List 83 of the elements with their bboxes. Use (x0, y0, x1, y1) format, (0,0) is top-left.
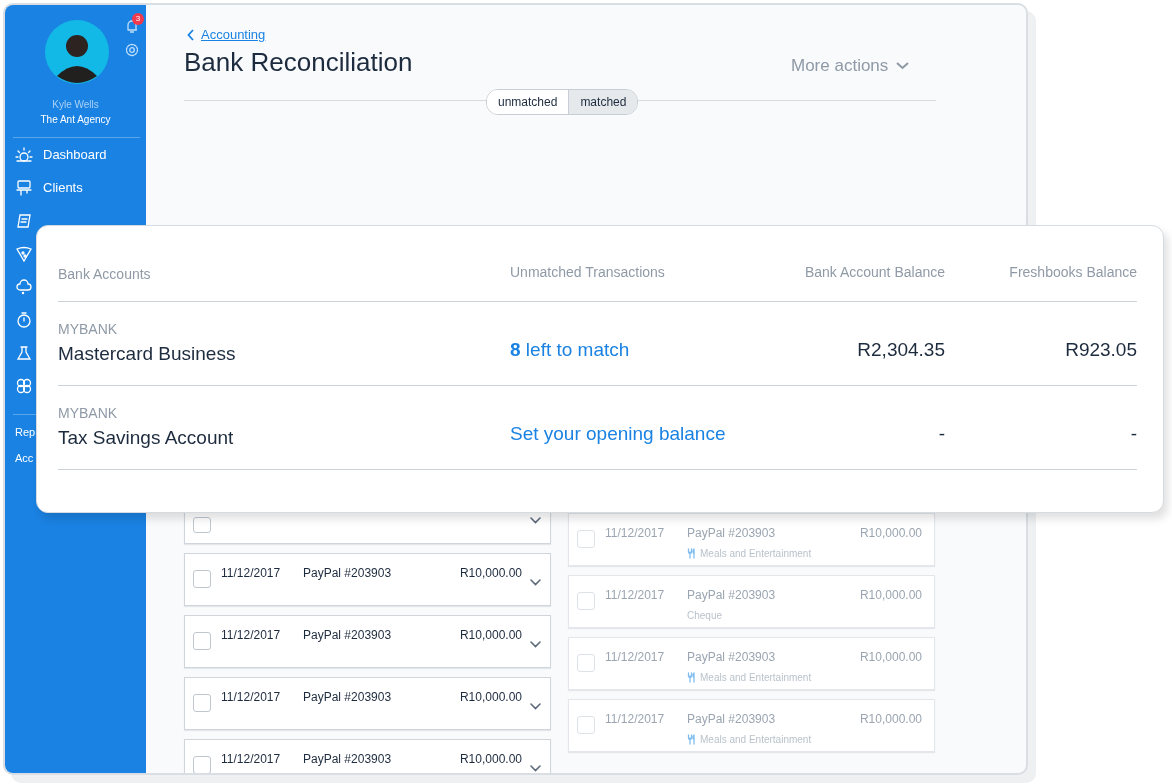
column-header: Bank Account Balance (803, 263, 945, 282)
nav-item[interactable]: Dashboard (5, 138, 146, 171)
transaction-amount: R10,000.00 (459, 688, 522, 706)
checkbox[interactable] (577, 653, 595, 672)
transaction-category: Cheque (687, 608, 723, 623)
chevron-down-icon (530, 702, 541, 710)
transaction-description: PayPal #203903 (303, 688, 393, 706)
cloud-icon[interactable] (15, 277, 33, 296)
transaction-description: PayPal #203903 (687, 586, 777, 604)
balance-value: R923.05 (1064, 338, 1137, 363)
transaction-date: 11/12/2017 (221, 564, 282, 582)
pizza-slice-icon[interactable] (15, 244, 33, 263)
transaction-date: 11/12/2017 (605, 524, 666, 542)
checkbox[interactable] (193, 693, 211, 712)
balance-value: R2,304.35 (856, 338, 945, 363)
checkbox[interactable] (577, 715, 595, 734)
column-header: Unmatched Transactions (510, 263, 666, 282)
notification-badge: 3 (132, 13, 144, 25)
user-name: Kyle Wells (51, 98, 100, 112)
transaction-description: PayPal #203903 (303, 626, 393, 644)
checkbox[interactable] (193, 569, 211, 588)
transaction-category: Meals and Entertainment (700, 670, 812, 685)
bank-name: MYBANK (58, 403, 119, 423)
transaction-description: PayPal #203903 (687, 648, 777, 666)
balance-value: - (1129, 422, 1137, 447)
transaction-amount: R10,000.00 (859, 586, 922, 604)
transaction-amount: R10,000.00 (859, 524, 922, 542)
flask-icon[interactable] (15, 343, 33, 362)
desk-icon (15, 178, 33, 197)
column-header: Bank Accounts (58, 265, 152, 284)
chevron-left-icon (187, 28, 195, 41)
transaction-description: PayPal #203903 (303, 564, 393, 582)
chevron-down-icon (530, 516, 541, 524)
chevron-down-icon (530, 764, 541, 772)
transaction-amount: R10,000.00 (859, 710, 922, 728)
transaction-date: 11/12/2017 (221, 688, 282, 706)
company-name: The Ant Agency (39, 113, 112, 127)
checkbox[interactable] (193, 631, 211, 650)
nav-item[interactable]: Rep (15, 423, 36, 441)
transaction-amount: R10,000.00 (859, 648, 922, 666)
transaction-date: 11/12/2017 (605, 586, 666, 604)
utensils-icon (687, 547, 696, 559)
checkbox[interactable] (577, 529, 595, 548)
document-icon[interactable] (15, 211, 33, 230)
chevron-down-icon (896, 61, 910, 70)
balance-value: - (937, 422, 945, 447)
nav-item[interactable]: Acc (15, 449, 34, 467)
stopwatch-icon[interactable] (15, 310, 33, 329)
checkbox[interactable] (193, 755, 211, 773)
transaction-date: 11/12/2017 (605, 648, 666, 666)
breadcrumb-link[interactable]: Accounting (187, 25, 936, 45)
match-link[interactable]: 8 left to match (510, 339, 630, 361)
settings-icon (124, 42, 140, 58)
more-actions-button[interactable]: More actions (791, 53, 910, 79)
bank-name: MYBANK (58, 319, 119, 339)
transaction-amount: R10,000.00 (459, 626, 522, 644)
account-name: Mastercard Business (58, 341, 237, 366)
sun-icon (15, 145, 33, 164)
transaction-date: 11/12/2017 (221, 750, 282, 768)
checkbox[interactable] (577, 591, 595, 610)
transaction-date: 11/12/2017 (221, 626, 282, 644)
chevron-down-icon (530, 578, 541, 586)
circles-icon[interactable] (15, 376, 33, 395)
transaction-amount: R10,000.00 (459, 750, 522, 768)
transaction-amount: R10,000.00 (459, 564, 522, 582)
transaction-description: PayPal #203903 (303, 750, 393, 768)
avatar (45, 20, 109, 84)
transaction-category: Meals and Entertainment (700, 732, 812, 747)
nav-item[interactable]: Clients (5, 171, 146, 204)
transaction-description: PayPal #203903 (687, 524, 777, 542)
column-header: Freshbooks Balance (1008, 263, 1137, 282)
utensils-icon (687, 671, 696, 683)
transaction-date: 11/12/2017 (605, 710, 666, 728)
match-link[interactable]: Set your opening balance (510, 423, 726, 445)
page-title: Bank Reconciliation (184, 46, 413, 78)
utensils-icon (687, 733, 696, 745)
account-name: Tax Savings Account (58, 425, 235, 450)
toggle-option[interactable]: matched (568, 89, 638, 114)
chevron-down-icon (530, 640, 541, 648)
transaction-category: Meals and Entertainment (700, 546, 812, 561)
checkbox[interactable] (193, 516, 211, 533)
transaction-description: PayPal #203903 (687, 710, 777, 728)
bell-icon (124, 18, 140, 34)
